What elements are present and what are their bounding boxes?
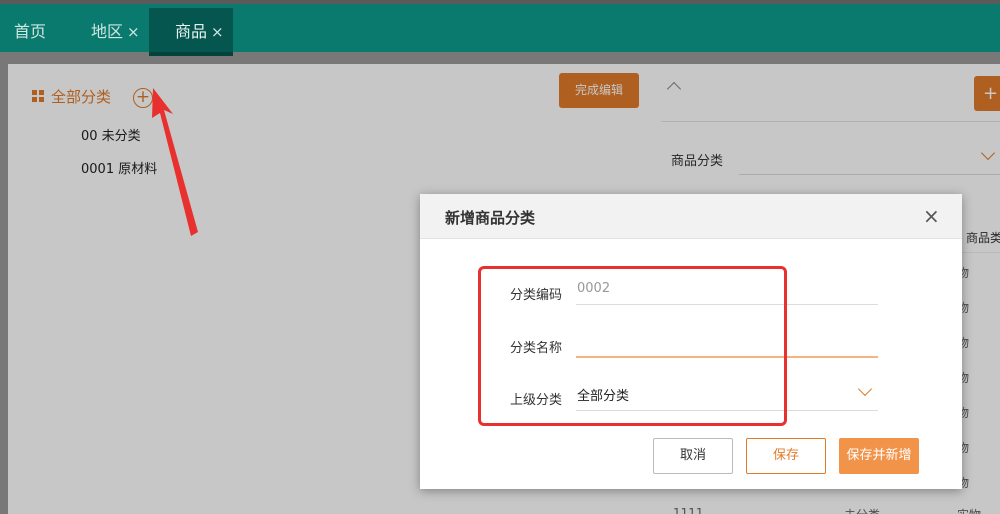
tab-goods-label: 商品 (175, 22, 208, 41)
close-icon[interactable]: × (923, 206, 940, 226)
save-and-new-button[interactable]: 保存并新增 (839, 438, 919, 474)
tab-goods-close-icon[interactable]: × (211, 23, 224, 41)
tab-home[interactable]: 首页 (14, 8, 46, 56)
save-button[interactable]: 保存 (746, 438, 826, 474)
dialog-header: 新增商品分类 × (420, 194, 962, 239)
tab-region-close-icon[interactable]: × (127, 23, 140, 41)
add-category-dialog: 新增商品分类 × 分类编码 0002 分类名称 上级分类 全部分类 取消 保存 … (420, 194, 962, 489)
dialog-title: 新增商品分类 (445, 209, 536, 227)
top-tab-bar: 首页 地区 × 商品 × (0, 0, 1000, 56)
tab-region[interactable]: 地区 × (91, 8, 140, 56)
annotation-highlight-box (478, 266, 787, 426)
chevron-down-icon[interactable] (857, 381, 873, 397)
cancel-button[interactable]: 取消 (653, 438, 733, 474)
tab-region-label: 地区 (91, 22, 124, 41)
tab-home-label: 首页 (14, 22, 47, 41)
tab-goods[interactable]: 商品 × (149, 8, 233, 56)
